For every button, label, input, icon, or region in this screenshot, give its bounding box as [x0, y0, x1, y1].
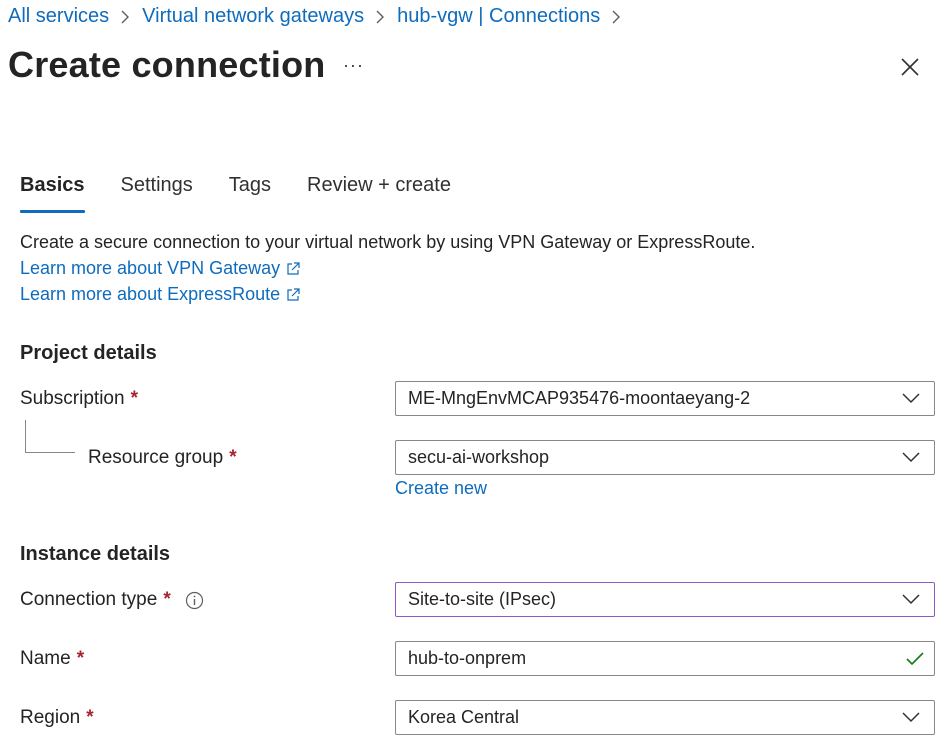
learn-more-vpn-link[interactable]: Learn more about VPN Gateway — [20, 258, 300, 279]
external-link-icon — [287, 287, 300, 301]
tab-review-create[interactable]: Review + create — [307, 174, 451, 213]
chevron-down-icon — [902, 452, 920, 463]
resource-group-label: Resource group * — [88, 447, 237, 469]
resource-group-dropdown[interactable]: secu-ai-workshop — [395, 440, 935, 475]
required-indicator: * — [163, 589, 171, 610]
subscription-label-text: Subscription — [20, 388, 125, 409]
breadcrumb-all-services[interactable]: All services — [8, 5, 109, 28]
subscription-value: ME-MngEnvMCAP935476-moontaeyang-2 — [408, 388, 751, 408]
connection-type-value: Site-to-site (IPsec) — [408, 589, 557, 609]
breadcrumb: All services Virtual network gateways hu… — [8, 5, 633, 28]
name-label-text: Name — [20, 648, 71, 669]
subscription-label: Subscription * — [20, 388, 138, 410]
region-dropdown[interactable]: Korea Central — [395, 700, 935, 735]
instance-details-heading: Instance details — [20, 543, 171, 565]
learn-more-expressroute-link[interactable]: Learn more about ExpressRoute — [20, 284, 300, 305]
chevron-down-icon — [902, 393, 920, 404]
name-input[interactable]: hub-to-onprem — [395, 641, 935, 676]
chevron-down-icon — [902, 594, 920, 605]
connection-type-dropdown[interactable]: Site-to-site (IPsec) — [395, 582, 935, 617]
name-label: Name * — [20, 648, 84, 670]
more-options-button[interactable]: ··· — [343, 55, 364, 76]
region-label-text: Region — [20, 707, 81, 728]
checkmark-icon — [906, 652, 924, 666]
chevron-down-icon — [902, 712, 920, 723]
project-details-heading: Project details — [20, 342, 157, 364]
connection-type-label: Connection type * — [20, 589, 204, 611]
tab-tags[interactable]: Tags — [229, 174, 271, 213]
required-indicator: * — [130, 388, 138, 409]
intro-text: Create a secure connection to your virtu… — [20, 232, 756, 252]
tab-settings[interactable]: Settings — [121, 174, 193, 213]
required-indicator: * — [229, 447, 237, 468]
external-link-icon — [287, 261, 300, 275]
connection-type-label-text: Connection type — [20, 589, 158, 610]
resource-group-label-text: Resource group — [88, 447, 224, 468]
hierarchy-connector — [25, 420, 75, 453]
required-indicator: * — [86, 707, 94, 728]
region-value: Korea Central — [408, 707, 520, 727]
name-value: hub-to-onprem — [408, 648, 527, 668]
create-new-resource-group-link[interactable]: Create new — [395, 478, 487, 499]
page-title: Create connection — [8, 44, 326, 85]
close-icon[interactable] — [899, 56, 921, 78]
region-label: Region * — [20, 707, 94, 729]
breadcrumb-virtual-network-gateways[interactable]: Virtual network gateways — [142, 5, 364, 28]
tab-bar: Basics Settings Tags Review + create — [20, 174, 487, 213]
required-indicator: * — [76, 648, 85, 669]
breadcrumb-hub-vgw-connections[interactable]: hub-vgw | Connections — [397, 5, 600, 28]
resource-group-value: secu-ai-workshop — [408, 447, 550, 467]
subscription-dropdown[interactable]: ME-MngEnvMCAP935476-moontaeyang-2 — [395, 381, 935, 416]
learn-more-vpn-label: Learn more about VPN Gateway — [20, 258, 281, 278]
learn-more-expressroute-label: Learn more about ExpressRoute — [20, 284, 281, 304]
chevron-right-icon — [375, 10, 386, 24]
chevron-right-icon — [120, 10, 131, 24]
chevron-right-icon — [611, 10, 622, 24]
info-icon[interactable] — [185, 591, 204, 610]
tab-basics[interactable]: Basics — [20, 174, 85, 213]
